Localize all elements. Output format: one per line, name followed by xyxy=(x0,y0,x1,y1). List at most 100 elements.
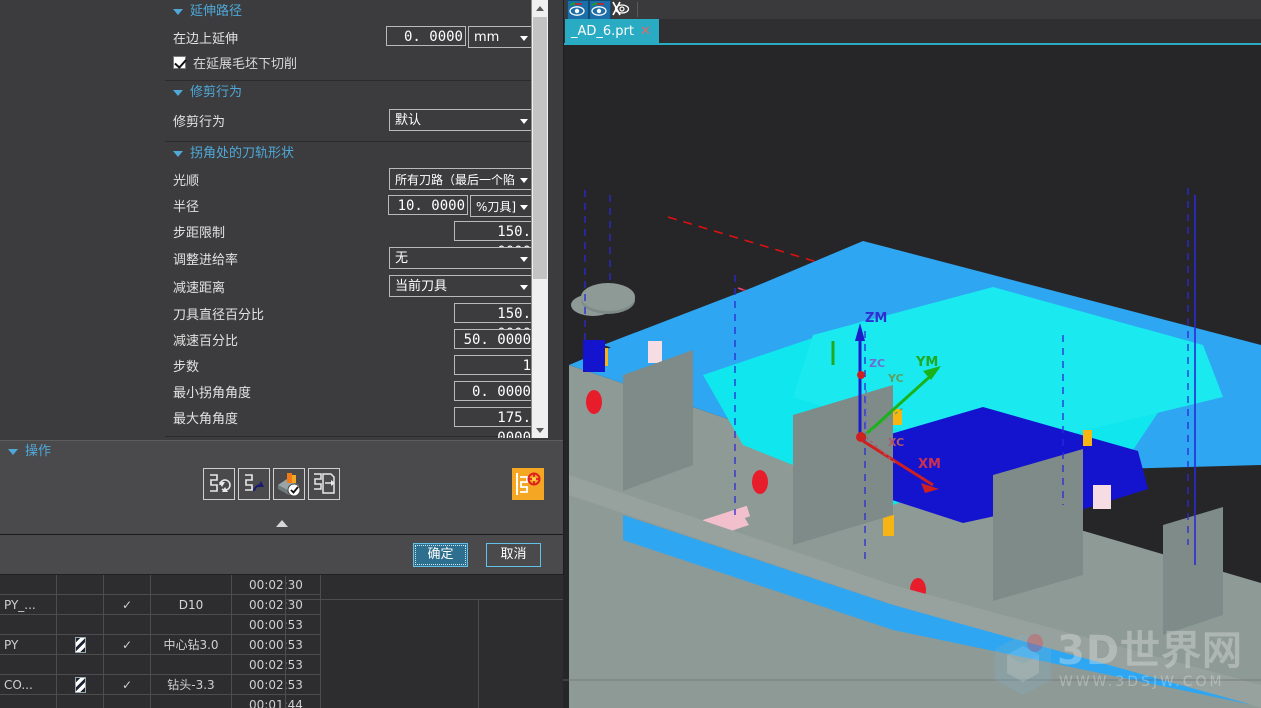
decel-percent-input[interactable]: 50. 0000 xyxy=(454,329,534,349)
list-toolpath-icon[interactable] xyxy=(308,468,340,500)
row-label: 修剪行为 xyxy=(173,114,226,130)
close-icon[interactable]: ✕ xyxy=(640,25,651,38)
group-header-operations[interactable]: 操作 xyxy=(0,441,563,463)
row-field: 150. 0000 xyxy=(454,221,534,260)
cell-tool xyxy=(150,654,232,675)
radius-input[interactable]: 10. 0000 xyxy=(388,195,468,215)
steps-input[interactable]: 1 xyxy=(454,355,534,375)
chevron-down-icon xyxy=(520,205,528,210)
cell-icon xyxy=(56,674,104,695)
cad-model-canvas[interactable]: ZM YM XM ZC YC XC 3D世界网 WWW.3DSJW.COM xyxy=(563,45,1261,708)
row-label: 步数 xyxy=(173,359,200,375)
adjust-feedrate-select[interactable]: 无 xyxy=(389,247,534,269)
chevron-down-icon[interactable] xyxy=(173,151,183,157)
row-field: 10. 0000 %刀具] xyxy=(388,195,534,217)
row-field: 所有刀路（最后一个陷 xyxy=(389,168,534,190)
dialog-collapse-bar[interactable] xyxy=(0,512,563,535)
radius-unit-select[interactable]: %刀具] xyxy=(470,195,534,217)
cell-check xyxy=(103,614,151,635)
chevron-down-icon xyxy=(520,257,528,262)
trim-behavior-select[interactable]: 默认 xyxy=(389,109,534,131)
chevron-up-icon[interactable] xyxy=(275,519,288,527)
cell-check xyxy=(103,575,151,595)
tool-diameter-percent-input[interactable]: 150. 0000 xyxy=(454,303,534,342)
cell-tool xyxy=(150,575,232,595)
verify-toolpath-icon[interactable] xyxy=(273,468,305,500)
extend-unit-select[interactable]: mm xyxy=(468,26,534,48)
row-smoothing: 光顺 所有刀路（最后一个陷 xyxy=(165,166,545,192)
row-cut-below-extended-blank[interactable]: 在延展毛坯下切削 xyxy=(165,50,545,74)
graphics-viewport[interactable]: _AD_6.prt ✕ ZM YM XM ZC YC XC 3D世界网 WWW.… xyxy=(563,0,1261,708)
dialog-scrollbar[interactable] xyxy=(531,0,548,438)
row-min-corner-angle: 最小拐角角度 0. 0000 xyxy=(165,378,545,404)
row-decel-distance: 减速距离 当前刀具 xyxy=(165,272,545,300)
decel-distance-select[interactable]: 当前刀具 xyxy=(389,275,534,297)
dialog-scroll-content[interactable]: 延伸路径 在边上延伸 0. 0000 mm 在延展毛坯下切削 修剪行为 修剪行为… xyxy=(165,0,545,438)
tab-ad6-prt[interactable]: _AD_6.prt ✕ xyxy=(565,19,659,44)
cell-check: ✓ xyxy=(103,634,151,655)
table-row[interactable]: CO... ✓ 钻头-3.3 00:02:53 xyxy=(0,674,321,695)
replay-toolpath-icon[interactable] xyxy=(238,468,270,500)
chevron-down-icon xyxy=(520,178,528,183)
row-trim-behavior: 修剪行为 默认 xyxy=(165,105,545,135)
show-all-icon[interactable] xyxy=(567,0,589,20)
table-row[interactable]: 00:02:30 xyxy=(0,575,321,595)
group-header-corner-shape[interactable]: 拐角处的刀轨形状 xyxy=(165,142,545,166)
table-row[interactable]: 00:00:53 xyxy=(0,614,321,635)
document-tabbar: _AD_6.prt ✕ xyxy=(563,19,1261,44)
row-label: 半径 xyxy=(173,199,200,215)
table-row[interactable]: PY_... ✓ D10 00:02:30 xyxy=(0,594,321,615)
chevron-down-icon[interactable] xyxy=(173,90,183,96)
unit-label: mm xyxy=(474,30,500,45)
smoothing-select[interactable]: 所有刀路（最后一个陷 xyxy=(389,168,534,190)
graphics-divider-v xyxy=(478,599,479,708)
stepover-limit-input[interactable]: 150. 0000 xyxy=(454,221,534,260)
extend-at-edges-input[interactable]: 0. 0000 xyxy=(386,26,466,46)
row-max-angle: 最大角角度 175. 0000 xyxy=(165,404,545,438)
combo-value: 所有刀路（最后一个陷 xyxy=(395,173,516,187)
min-corner-angle-input[interactable]: 0. 0000 xyxy=(454,381,534,401)
scroll-up-button[interactable] xyxy=(532,0,548,16)
operation-parameters-dialog[interactable]: 延伸路径 在边上延伸 0. 0000 mm 在延展毛坯下切削 修剪行为 修剪行为… xyxy=(0,0,564,575)
show-selected-icon[interactable] xyxy=(589,0,611,20)
chevron-down-icon[interactable] xyxy=(173,9,183,15)
cancel-button[interactable]: 取消 xyxy=(486,543,541,567)
group-header-trim-behavior[interactable]: 修剪行为 xyxy=(165,81,545,105)
row-label: 步距限制 xyxy=(173,225,226,241)
cell-icon xyxy=(56,694,104,708)
group-title-label: 延伸路径 xyxy=(190,4,243,19)
row-stepover-limit: 步距限制 150. 0000 xyxy=(165,218,545,260)
chevron-down-icon xyxy=(536,427,544,433)
max-angle-input[interactable]: 175. 0000 xyxy=(454,407,534,438)
cut-below-extended-blank-checkbox[interactable] xyxy=(173,55,186,69)
row-label: 刀具直径百分比 xyxy=(173,307,265,323)
confirm-toolpath-icon[interactable] xyxy=(512,468,544,500)
cell-time: 00:02:30 xyxy=(231,594,321,615)
coordinate-triad xyxy=(855,323,941,493)
generate-toolpath-icon[interactable] xyxy=(203,468,235,500)
hide-icon[interactable] xyxy=(611,0,631,18)
group-corner-toolpath-shape: 拐角处的刀轨形状 光顺 所有刀路（最后一个陷 半径 10. 0000 %刀具] … xyxy=(165,142,545,438)
scrollbar-thumb[interactable] xyxy=(533,17,547,279)
group-title-label: 修剪行为 xyxy=(190,85,243,100)
cell-time: 00:00:53 xyxy=(231,634,321,655)
row-tool-diameter-percent: 刀具直径百分比 150. 0000 xyxy=(165,300,545,342)
cell-name xyxy=(0,575,57,595)
chevron-down-icon[interactable] xyxy=(8,449,18,455)
checkbox-label: 在延展毛坯下切削 xyxy=(193,56,298,72)
dialog-actions-section: 操作 xyxy=(0,440,563,513)
operation-navigator-list[interactable]: 00:02:30 PY_... ✓ D10 00:02:30 00:00:53 xyxy=(0,574,563,708)
group-header-extend-path[interactable]: 延伸路径 xyxy=(165,0,545,24)
chevron-up-icon xyxy=(536,5,544,11)
row-decel-percent: 减速百分比 50. 0000 xyxy=(165,326,545,352)
scroll-down-button[interactable] xyxy=(532,422,548,438)
table-row[interactable]: 00:01:44 xyxy=(0,694,321,708)
row-field: 175. 0000 xyxy=(454,407,534,438)
ok-button[interactable]: 确定 xyxy=(413,543,468,567)
table-row[interactable]: PY ✓ 中心钻3.0 00:00:53 xyxy=(0,634,321,655)
app-root: _AD_6.prt ✕ ZM YM XM ZC YC XC 3D世界网 WWW.… xyxy=(0,0,1261,708)
combo-value: 无 xyxy=(395,251,409,266)
table-row[interactable]: 00:02:53 xyxy=(0,654,321,675)
cell-check: ✓ xyxy=(103,674,151,695)
tab-label: _AD_6.prt xyxy=(571,24,635,39)
